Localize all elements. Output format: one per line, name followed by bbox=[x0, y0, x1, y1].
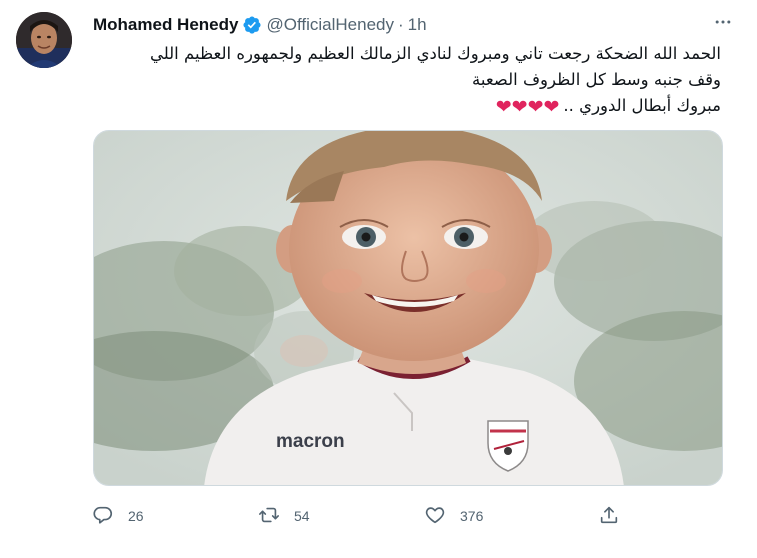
author-avatar[interactable] bbox=[16, 12, 72, 68]
like-count: 376 bbox=[460, 508, 484, 524]
tweet-text-line-3-text: مبروك أبطال الدوري .. bbox=[563, 96, 721, 115]
like-button[interactable]: 376 bbox=[424, 504, 483, 529]
tweet-actions: 26 54 376 bbox=[86, 500, 646, 532]
avatar-image bbox=[16, 12, 72, 68]
retweet-button[interactable]: 54 bbox=[258, 504, 310, 529]
tweet-text: الحمد الله الضحكة رجعت تاني ومبروك لنادي… bbox=[93, 41, 721, 120]
reply-button[interactable]: 26 bbox=[92, 504, 144, 529]
like-icon bbox=[424, 504, 446, 529]
jersey-logo-text: macron bbox=[276, 431, 345, 452]
tweet[interactable]: Mohamed Henedy @OfficialHenedy · 1h الحم… bbox=[0, 0, 757, 558]
share-icon bbox=[598, 504, 620, 529]
photo-child-in-jersey: macron bbox=[94, 131, 722, 485]
retweet-count: 54 bbox=[294, 508, 310, 524]
more-icon[interactable] bbox=[711, 10, 735, 34]
author-name[interactable]: Mohamed Henedy bbox=[93, 15, 238, 35]
tweet-photo[interactable]: macron bbox=[93, 130, 723, 486]
verified-badge-icon bbox=[242, 15, 262, 35]
tweet-text-line-1: الحمد الله الضحكة رجعت تاني ومبروك لنادي… bbox=[149, 44, 721, 63]
reply-icon bbox=[92, 504, 114, 529]
tweet-time[interactable]: 1h bbox=[408, 15, 427, 35]
hearts-emoji: ❤❤❤❤ bbox=[495, 96, 560, 118]
author-handle[interactable]: @OfficialHenedy bbox=[266, 15, 394, 35]
tweet-text-line-3: مبروك أبطال الدوري ..❤❤❤❤ bbox=[93, 93, 721, 120]
tweet-text-line-2: وقف جنبه وسط كل الظروف الصعبة bbox=[472, 70, 721, 89]
retweet-icon bbox=[258, 504, 280, 529]
separator-dot: · bbox=[397, 15, 404, 34]
tweet-header: Mohamed Henedy @OfficialHenedy · 1h bbox=[93, 14, 737, 36]
reply-count: 26 bbox=[128, 508, 144, 524]
share-button[interactable] bbox=[598, 504, 620, 529]
